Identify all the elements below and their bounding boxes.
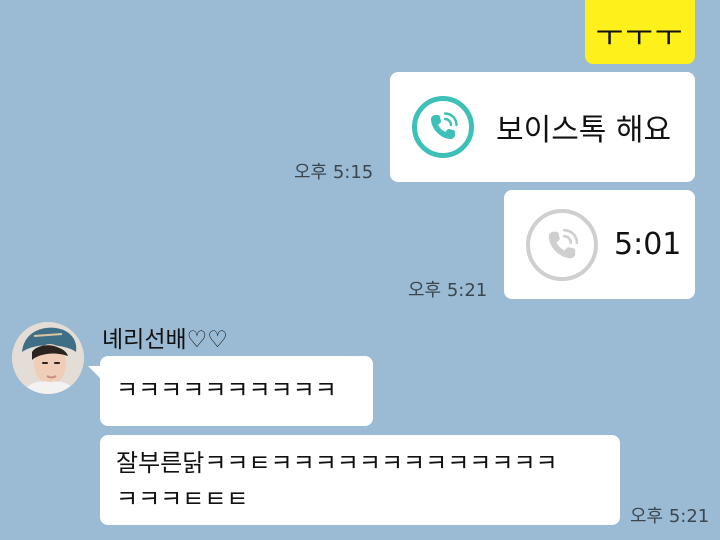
sent-message-bubble[interactable]: ㅜㅜㅜ <box>585 0 695 64</box>
received-message-bubble[interactable]: 잘부른닭ㅋㅋㅌㅋㅋㅋㅋㅋㅋㅋㅋㅋㅋㅋㅋㅋ ㅋㅋㅋㅌㅌㅌ <box>100 435 620 525</box>
call-ended-bubble[interactable]: 5:01 <box>504 190 695 299</box>
sender-name: 녜리선배♡♡ <box>102 327 228 353</box>
message-text-line: 잘부른닭ㅋㅋㅌㅋㅋㅋㅋㅋㅋㅋㅋㅋㅋㅋㅋㅋ <box>116 449 558 477</box>
message-timestamp: 오후 5:21 <box>408 280 488 301</box>
phone-call-icon <box>526 208 598 281</box>
phone-call-icon <box>412 96 474 158</box>
call-duration: 5:01 <box>614 227 682 262</box>
voice-call-bubble[interactable]: 보이스톡 해요 <box>390 72 695 182</box>
message-timestamp: 오후 5:21 <box>630 506 710 527</box>
message-text: ㅋㅋㅋㅋㅋㅋㅋㅋㅋㅋ <box>116 376 337 404</box>
message-text: ㅜㅜㅜ <box>595 19 685 54</box>
message-timestamp: 오후 5:15 <box>294 162 374 183</box>
call-label: 보이스톡 해요 <box>496 113 672 148</box>
received-message-bubble[interactable]: ㅋㅋㅋㅋㅋㅋㅋㅋㅋㅋ <box>100 356 373 426</box>
message-text-line: ㅋㅋㅋㅌㅌㅌ <box>116 485 249 513</box>
avatar-photo <box>12 322 84 394</box>
avatar[interactable] <box>12 322 84 394</box>
